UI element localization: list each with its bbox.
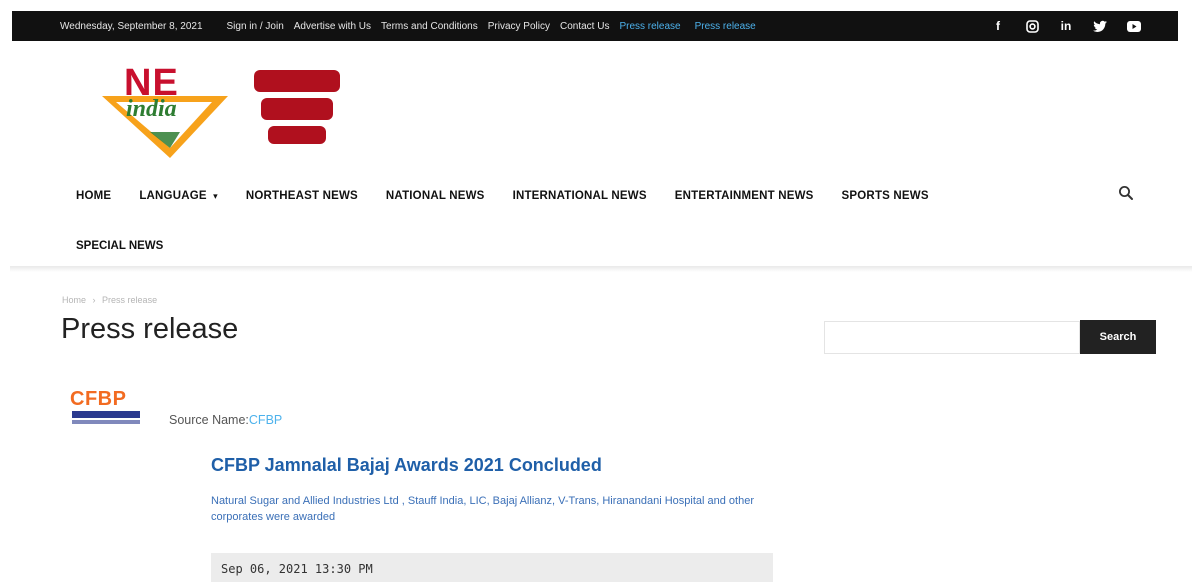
search-button[interactable]: Search	[1080, 320, 1156, 354]
instagram-icon[interactable]	[1024, 18, 1040, 34]
nav-divider	[10, 266, 1192, 272]
press-release-date-box: Sep 06, 2021 13:30 PM	[211, 553, 773, 582]
regional-tagline-graphic	[252, 70, 342, 158]
youtube-icon[interactable]	[1126, 18, 1142, 34]
cfbp-logo[interactable]: CFBP	[70, 388, 144, 432]
breadcrumb-separator: ›	[92, 295, 96, 305]
source-link[interactable]: CFBP	[249, 413, 282, 427]
nav-international-news[interactable]: INTERNATIONAL NEWS	[513, 190, 647, 202]
nav-language[interactable]: LANGUAGE ▾	[139, 190, 218, 202]
page-title: Press release	[61, 313, 239, 345]
breadcrumb-current: Press release	[102, 295, 158, 305]
social-icons: f in	[990, 11, 1142, 41]
nav-national-news[interactable]: NATIONAL NEWS	[386, 190, 485, 202]
terms-link[interactable]: Terms and Conditions	[381, 21, 478, 32]
nav-entertainment-news[interactable]: ENTERTAINMENT NEWS	[675, 190, 814, 202]
logo-india-text: india	[126, 96, 177, 122]
press-release-title[interactable]: CFBP Jamnalal Bajaj Awards 2021 Conclude…	[211, 455, 602, 476]
contact-link[interactable]: Contact Us	[560, 21, 609, 32]
site-logo[interactable]: NE india	[100, 62, 230, 160]
chevron-down-icon: ▾	[213, 191, 218, 201]
cfbp-logo-bar-2	[72, 420, 140, 424]
nav-home[interactable]: HOME	[76, 190, 111, 202]
advertise-link[interactable]: Advertise with Us	[294, 21, 371, 32]
source-line: Source Name:CFBP	[169, 413, 282, 427]
search-icon[interactable]	[1118, 185, 1136, 203]
current-date: Wednesday, September 8, 2021	[60, 20, 203, 32]
linkedin-icon[interactable]: in	[1058, 18, 1074, 34]
twitter-icon[interactable]	[1092, 18, 1108, 34]
sign-in-link[interactable]: Sign in / Join	[227, 21, 284, 32]
main-nav: HOME LANGUAGE ▾ NORTHEAST NEWS NATIONAL …	[76, 186, 929, 206]
source-label: Source Name:	[169, 413, 249, 427]
breadcrumb-home[interactable]: Home	[62, 295, 86, 305]
press-release-link[interactable]: Press release	[619, 21, 680, 32]
main-nav-row-2: SPECIAL NEWS	[76, 236, 163, 254]
cfbp-logo-text: CFBP	[70, 388, 127, 410]
nav-special-news[interactable]: SPECIAL NEWS	[76, 240, 163, 252]
nav-sports-news[interactable]: SPORTS NEWS	[842, 190, 929, 202]
nav-northeast-news[interactable]: NORTHEAST NEWS	[246, 190, 358, 202]
press-release-date: Sep 06, 2021 13:30 PM	[221, 562, 373, 576]
press-release-link-2[interactable]: Press release	[695, 21, 756, 32]
press-release-description: Natural Sugar and Allied Industries Ltd …	[211, 495, 754, 523]
top-bar: Wednesday, September 8, 2021 Sign in / J…	[12, 11, 1178, 41]
cfbp-logo-bar	[72, 411, 140, 418]
nav-language-label: LANGUAGE	[139, 190, 207, 202]
privacy-link[interactable]: Privacy Policy	[488, 21, 550, 32]
search-input[interactable]	[824, 321, 1080, 354]
breadcrumb: Home › Press release	[62, 295, 157, 305]
facebook-icon[interactable]: f	[990, 18, 1006, 34]
